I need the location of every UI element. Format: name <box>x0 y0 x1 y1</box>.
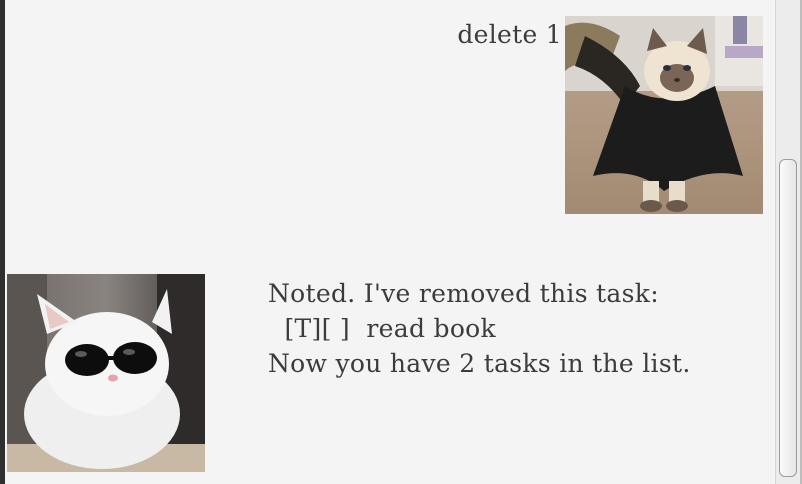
chat-window: delete 1 Noted. I've removed this task: … <box>0 0 802 484</box>
bot-avatar <box>7 274 205 472</box>
user-message-text: delete 1 <box>457 20 562 49</box>
dialog-container[interactable]: delete 1 Noted. I've removed this task: … <box>5 0 775 484</box>
bot-message-line-2: [T][ ] read book <box>268 314 496 343</box>
bot-message-text: Noted. I've removed this task: [T][ ] re… <box>268 276 691 381</box>
bot-message-line-3: Now you have 2 tasks in the list. <box>268 349 691 378</box>
scrollbar-thumb[interactable] <box>779 159 797 477</box>
user-avatar <box>565 16 763 214</box>
bot-message-line-1: Noted. I've removed this task: <box>268 279 659 308</box>
